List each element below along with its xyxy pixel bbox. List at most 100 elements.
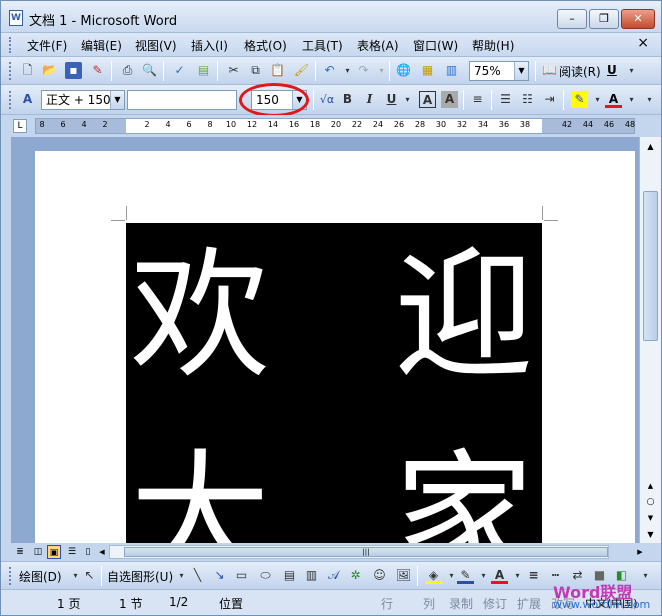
web-layout-icon[interactable]: ◫ [31,545,45,559]
char-shading-button[interactable]: A [441,91,458,108]
previous-page-icon[interactable]: ▲ [643,479,658,494]
doc-char[interactable]: 欢 [130,247,270,387]
scroll-up-icon[interactable]: ▲ [643,139,658,154]
status-rec[interactable]: 录制 [449,595,473,612]
print-layout-icon[interactable]: ▣ [47,545,61,559]
style-combo[interactable]: 正文 + 150 ▼ [41,90,125,110]
line-color-dropdown-icon[interactable]: ▾ [475,567,492,584]
font-color-dropdown-icon[interactable]: ▾ [623,91,640,108]
open-folder-icon[interactable]: 📂 [41,62,58,79]
rectangle-icon[interactable]: ▭ [233,567,250,584]
autoshapes-button[interactable]: 自选图形(U) [107,568,173,585]
line-color-icon[interactable]: ✎ [457,567,474,584]
vertical-scrollbar[interactable]: ▲ ▲ ○ ▼ ▼ [639,137,661,543]
text-block[interactable]: 欢 迎 大 家 [126,223,542,543]
document-page[interactable]: 欢 迎 大 家 [35,151,635,543]
redo-dropdown-icon[interactable]: ▾ [373,62,390,79]
menu-edit[interactable]: 编辑(E) [81,37,122,54]
horizontal-scrollbar[interactable]: ||| [109,545,609,559]
toolbar-grip[interactable] [9,91,12,109]
toolbar-options-icon[interactable]: ▾ [641,91,658,108]
bold-button[interactable]: B [339,91,356,108]
draw-font-color-icon[interactable]: A [491,567,508,584]
menu-tools[interactable]: 工具(T) [302,37,343,54]
outline-view-icon[interactable]: ☰ [65,545,79,559]
line-style-icon[interactable]: ≡ [525,567,542,584]
highlight-icon[interactable]: ✎ [571,91,588,108]
doc-char[interactable]: 迎 [394,247,534,387]
tables-borders-icon[interactable]: ▦ [419,62,436,79]
oval-icon[interactable]: ⬭ [257,567,274,584]
print-icon[interactable]: ⎙ [119,62,136,79]
redo-icon[interactable]: ↷ [355,62,372,79]
menu-view[interactable]: 视图(V) [135,37,177,54]
indent-icon[interactable]: ⇥ [541,91,558,108]
undo-icon[interactable]: ↶ [321,62,338,79]
equation-icon[interactable]: √α [317,91,337,108]
status-ext[interactable]: 扩展 [517,595,541,612]
select-objects-icon[interactable]: ↖ [81,567,98,584]
reading-layout-icon[interactable]: ▯ [81,545,95,559]
char-border-button[interactable]: A [419,91,436,108]
menubar-grip[interactable] [9,37,12,53]
font-color-icon[interactable]: A [605,91,622,108]
menu-window[interactable]: 窗口(W) [413,37,458,54]
menu-insert[interactable]: 插入(I) [191,37,228,54]
vertical-scroll-thumb[interactable] [643,191,658,341]
autoshapes-dropdown-icon[interactable]: ▾ [173,567,190,584]
close-window-button[interactable]: ✕ [621,9,655,29]
document-area[interactable]: 欢 迎 大 家 [11,137,639,543]
permission-icon[interactable]: ✎ [89,62,106,79]
clip-art-icon[interactable]: ☺ [371,567,388,584]
bullets-icon[interactable]: ☷ [519,91,536,108]
doc-char[interactable]: 大 [130,449,270,544]
save-icon[interactable]: ▪ [65,62,82,79]
chevron-down-icon[interactable]: ▼ [514,62,528,80]
font-combo[interactable] [127,90,237,110]
toolbar-options-icon[interactable]: ▾ [637,567,654,584]
highlight-dropdown-icon[interactable]: ▾ [589,91,606,108]
menu-file[interactable]: 文件(F) [27,37,67,54]
toolbar-grip[interactable] [9,567,12,585]
diagram-icon[interactable]: ✲ [347,567,364,584]
doc-char[interactable]: 家 [394,449,534,544]
styles-formatting-icon[interactable]: A [19,91,36,108]
cut-icon[interactable]: ✂ [225,62,242,79]
justify-icon[interactable]: ≡ [469,91,486,108]
horizontal-ruler[interactable]: 8 6 4 2 2 4 6 8 10 12 14 16 18 20 22 24 26 28 30 32 34 36 38 42… [35,118,635,134]
picture-icon[interactable]: 🖼 [395,567,412,584]
read-mode-icon[interactable]: 📖 [541,62,558,79]
scroll-left-icon[interactable]: ◀ [95,545,109,559]
underline-button[interactable]: U [383,91,400,108]
menu-format[interactable]: 格式(O) [244,37,287,54]
wordart-icon[interactable]: 𝒜 [325,567,342,584]
close-document-button[interactable]: × [637,35,649,51]
arrow-icon[interactable]: ↘ [211,567,228,584]
research-icon[interactable]: ▤ [195,62,212,79]
tab-selector[interactable]: L [13,119,27,133]
new-document-icon[interactable]: 🗋 [19,62,36,79]
restore-button[interactable]: ❐ [589,9,619,29]
format-painter-icon[interactable]: 🖌 [293,62,310,79]
read-mode-label[interactable]: 阅读(R) [559,63,601,80]
undo-dropdown-icon[interactable]: ▾ [339,62,356,79]
print-preview-icon[interactable]: 🔍 [141,62,158,79]
line-icon[interactable]: ╲ [189,567,206,584]
next-page-icon[interactable]: ▼ [643,511,658,526]
zoom-combo[interactable]: 75% ▼ [469,61,529,81]
scroll-right-icon[interactable]: ▶ [633,545,647,559]
browse-object-icon[interactable]: ○ [643,495,658,510]
vertical-text-box-icon[interactable]: ▥ [303,567,320,584]
toolbar-options-icon[interactable]: ▾ [623,62,640,79]
draw-font-color-dropdown-icon[interactable]: ▾ [509,567,526,584]
toolbar-grip[interactable] [9,62,12,80]
status-trk[interactable]: 修订 [483,595,507,612]
copy-icon[interactable]: ⧉ [247,62,264,79]
draw-menu-button[interactable]: 绘图(D) [19,568,62,585]
word-app-icon[interactable]: W [9,10,23,26]
chevron-down-icon[interactable]: ▼ [110,91,124,109]
insert-table-icon[interactable]: ▥ [443,62,460,79]
hyperlink-icon[interactable]: 🌐 [395,62,412,79]
menu-help[interactable]: 帮助(H) [472,37,514,54]
normal-view-icon[interactable]: ≣ [13,545,27,559]
